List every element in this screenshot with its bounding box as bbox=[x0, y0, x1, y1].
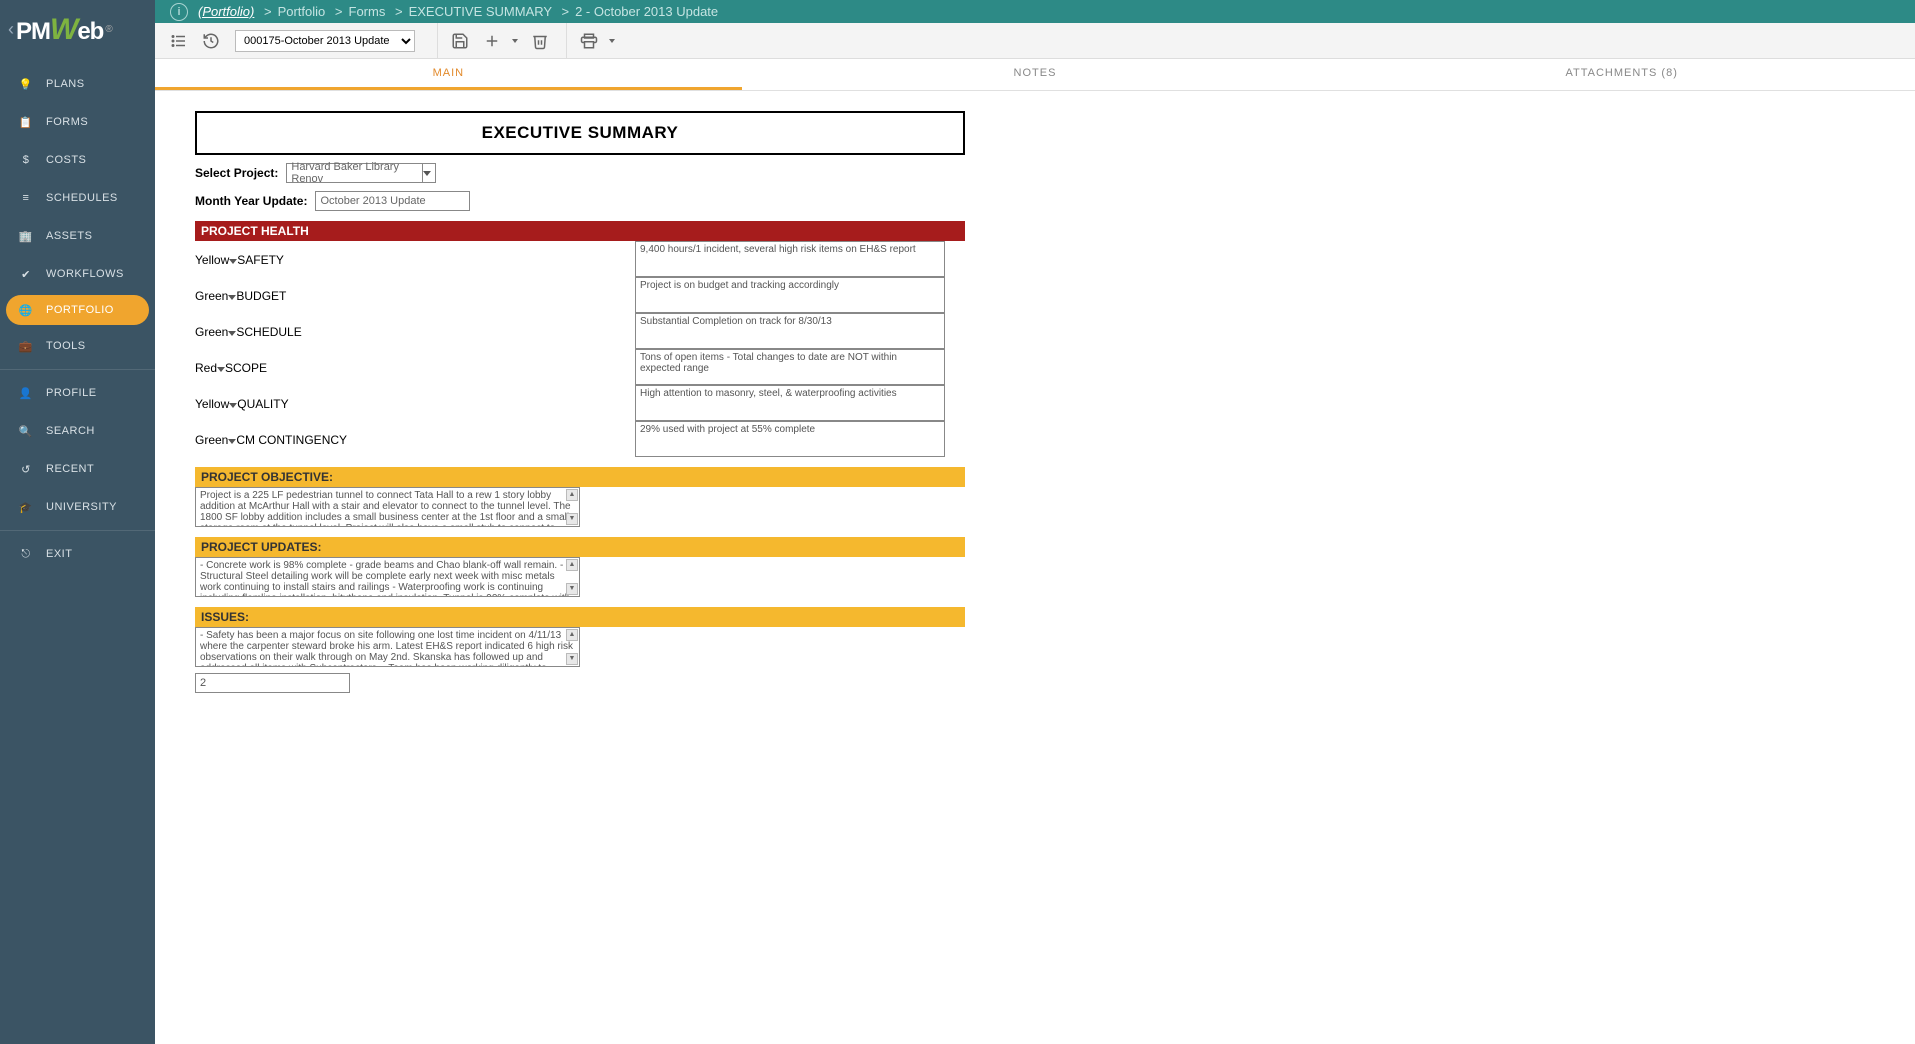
nav-workflows[interactable]: ✔WORKFLOWS bbox=[0, 255, 155, 293]
scroll-up-icon[interactable]: ▲ bbox=[566, 559, 578, 571]
section-objective: PROJECT OBJECTIVE: bbox=[195, 467, 965, 487]
scroll-up-icon[interactable]: ▲ bbox=[566, 629, 578, 641]
section-project-health: PROJECT HEALTH bbox=[195, 221, 965, 241]
briefcase-icon: 💼 bbox=[14, 340, 38, 353]
health-desc[interactable]: Tons of open items - Total changes to da… bbox=[635, 349, 945, 385]
nav-search[interactable]: 🔍SEARCH bbox=[0, 412, 155, 450]
check-icon: ✔ bbox=[14, 268, 38, 281]
print-dropdown[interactable] bbox=[609, 39, 615, 43]
sidebar: ‹ PMWeb® 💡PLANS 📋FORMS $COSTS ≡SCHEDULES… bbox=[0, 0, 155, 1044]
history-icon: ↺ bbox=[14, 463, 38, 476]
health-label: CM CONTINGENCY bbox=[236, 433, 347, 447]
health-status-combo[interactable]: Green bbox=[195, 325, 236, 339]
month-year-label: Month Year Update: bbox=[195, 194, 307, 208]
nav-schedules[interactable]: ≡SCHEDULES bbox=[0, 179, 155, 217]
info-icon[interactable]: i bbox=[170, 3, 188, 21]
page-number-input[interactable] bbox=[195, 673, 350, 693]
scroll-down-icon[interactable]: ▼ bbox=[566, 513, 578, 525]
health-desc[interactable]: Project is on budget and tracking accord… bbox=[635, 277, 945, 313]
tab-attachments[interactable]: ATTACHMENTS (8) bbox=[1328, 59, 1915, 90]
save-icon[interactable] bbox=[446, 27, 474, 55]
building-icon: 🏢 bbox=[14, 230, 38, 243]
health-label: QUALITY bbox=[237, 397, 288, 411]
tabs: MAIN NOTES ATTACHMENTS (8) bbox=[155, 59, 1915, 91]
lightbulb-icon: 💡 bbox=[14, 78, 38, 91]
breadcrumb-part[interactable]: Portfolio bbox=[278, 4, 326, 19]
nav-exit[interactable]: ⎋EXIT bbox=[0, 535, 155, 573]
section-issues: ISSUES: bbox=[195, 607, 965, 627]
list-icon[interactable] bbox=[165, 27, 193, 55]
issues-text[interactable]: - Safety has been a major focus on site … bbox=[195, 627, 580, 667]
scroll-up-icon[interactable]: ▲ bbox=[566, 489, 578, 501]
main-content: EXECUTIVE SUMMARY Select Project: Harvar… bbox=[175, 91, 1915, 713]
breadcrumb-part[interactable]: EXECUTIVE SUMMARY bbox=[409, 4, 552, 19]
tab-notes[interactable]: NOTES bbox=[742, 59, 1329, 90]
user-icon: 👤 bbox=[14, 387, 38, 400]
health-status-combo[interactable]: Green bbox=[195, 289, 236, 303]
nav-forms[interactable]: 📋FORMS bbox=[0, 103, 155, 141]
month-year-input[interactable] bbox=[315, 191, 470, 211]
health-desc[interactable]: Substantial Completion on track for 8/30… bbox=[635, 313, 945, 349]
health-status-combo[interactable]: Red bbox=[195, 361, 225, 375]
delete-icon[interactable] bbox=[526, 27, 554, 55]
health-status-combo[interactable]: Yellow bbox=[195, 253, 237, 267]
logo: ‹ PMWeb® bbox=[0, 0, 155, 59]
bars-icon: ≡ bbox=[14, 192, 38, 204]
tab-main[interactable]: MAIN bbox=[155, 59, 742, 90]
clipboard-icon: 📋 bbox=[14, 116, 38, 129]
health-label: SAFETY bbox=[237, 253, 284, 267]
add-dropdown[interactable] bbox=[512, 39, 518, 43]
search-icon: 🔍 bbox=[14, 425, 38, 438]
nav-tools[interactable]: 💼TOOLS bbox=[0, 327, 155, 365]
history-icon[interactable] bbox=[197, 27, 225, 55]
nav-plans[interactable]: 💡PLANS bbox=[0, 65, 155, 103]
exit-icon: ⎋ bbox=[14, 548, 38, 561]
scroll-down-icon[interactable]: ▼ bbox=[566, 583, 578, 595]
select-project-label: Select Project: bbox=[195, 166, 278, 180]
health-status-combo[interactable]: Yellow bbox=[195, 397, 237, 411]
nav-assets[interactable]: 🏢ASSETS bbox=[0, 217, 155, 255]
breadcrumb-root[interactable]: (Portfolio) bbox=[198, 4, 254, 19]
form-title: EXECUTIVE SUMMARY bbox=[195, 111, 965, 155]
health-desc[interactable]: High attention to masonry, steel, & wate… bbox=[635, 385, 945, 421]
breadcrumb-bar: i (Portfolio) >Portfolio >Forms >EXECUTI… bbox=[0, 0, 1915, 23]
nav-costs[interactable]: $COSTS bbox=[0, 141, 155, 179]
health-label: SCHEDULE bbox=[236, 325, 301, 339]
graduation-icon: 🎓 bbox=[14, 501, 38, 514]
toolbar: 000175-October 2013 Update bbox=[0, 23, 1915, 59]
health-desc[interactable]: 29% used with project at 55% complete bbox=[635, 421, 945, 457]
objective-text[interactable]: Project is a 225 LF pedestrian tunnel to… bbox=[195, 487, 580, 527]
updates-text[interactable]: - Concrete work is 98% complete - grade … bbox=[195, 557, 580, 597]
health-label: SCOPE bbox=[225, 361, 267, 375]
scroll-down-icon[interactable]: ▼ bbox=[566, 653, 578, 665]
health-status-combo[interactable]: Green bbox=[195, 433, 236, 447]
select-project-combo[interactable]: Harvard Baker Library Renov bbox=[286, 163, 436, 183]
breadcrumb-part: 2 - October 2013 Update bbox=[575, 4, 718, 19]
record-selector[interactable]: 000175-October 2013 Update bbox=[235, 30, 415, 52]
health-desc[interactable]: 9,400 hours/1 incident, several high ris… bbox=[635, 241, 945, 277]
nav-portfolio[interactable]: 🌐PORTFOLIO bbox=[6, 295, 149, 325]
section-updates: PROJECT UPDATES: bbox=[195, 537, 965, 557]
nav-university[interactable]: 🎓UNIVERSITY bbox=[0, 488, 155, 526]
breadcrumb-part[interactable]: Forms bbox=[349, 4, 386, 19]
add-icon[interactable] bbox=[478, 27, 506, 55]
nav-recent[interactable]: ↺RECENT bbox=[0, 450, 155, 488]
nav-profile[interactable]: 👤PROFILE bbox=[0, 374, 155, 412]
dollar-icon: $ bbox=[14, 154, 38, 166]
health-label: BUDGET bbox=[236, 289, 286, 303]
globe-icon: 🌐 bbox=[14, 304, 38, 317]
print-icon[interactable] bbox=[575, 27, 603, 55]
